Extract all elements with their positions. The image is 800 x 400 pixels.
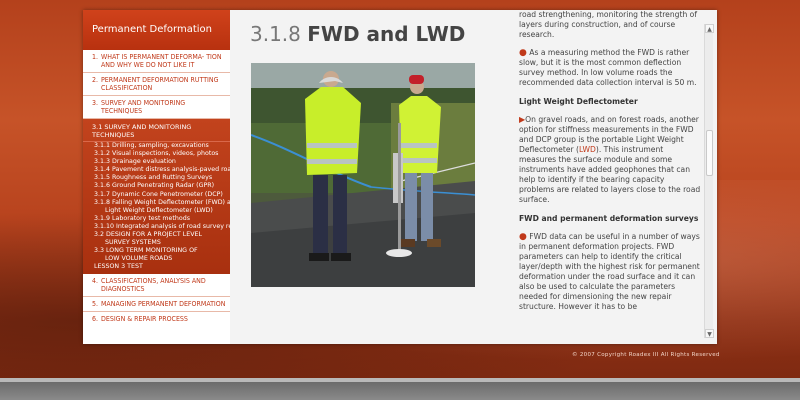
- sidebar-title: Permanent Deformation: [83, 10, 230, 50]
- paragraph-intro: road strengthening, monitoring the stren…: [519, 10, 697, 39]
- sidebar-item-6[interactable]: 6. DESIGN & REPAIR PROCESS: [83, 312, 230, 326]
- sidebar-item-4[interactable]: 4. CLASSIFICATIONS, ANALYSIS AND DIAGNOST…: [83, 274, 230, 297]
- paragraph-lwd: ▶On gravel roads, and on forest roads, a…: [519, 115, 701, 205]
- copyright-text: © 2007 Copyright Roadex III All Rights R…: [572, 352, 720, 358]
- sidebar-subitem-3-3[interactable]: 3.3 LONG TERM MONITORING OF: [83, 247, 230, 255]
- sidebar-item-5[interactable]: 5. MANAGING PERMANENT DEFORMATION: [83, 297, 230, 312]
- sidebar-item-label: MANAGING PERMANENT DEFORMATION: [101, 299, 226, 308]
- sidebar-subitem-3-3-cont[interactable]: LOW VOLUME ROADS: [83, 255, 230, 263]
- sidebar-item-label: WHAT IS PERMANENT DEFORMA- TION AND WHY …: [101, 53, 222, 69]
- paragraph-fwd-data: ● FWD data can be useful in a number of …: [519, 232, 701, 312]
- sidebar-subitem-3-1-3[interactable]: 3.1.3 Drainage evaluation: [83, 158, 230, 166]
- sidebar-subitem-3-1-7[interactable]: 3.1.7 Dynamic Cone Penetrometer (DCP): [83, 191, 230, 199]
- sidebar-subitem-3-1-4[interactable]: 3.1.4 Pavement distress analysis-paved r…: [83, 166, 230, 174]
- main-content: 3.1.8 FWD and LWD road strengthening, mo…: [230, 10, 717, 344]
- sidebar-subitem-3-1-6[interactable]: 3.1.6 Ground Penetrating Radar (GPR): [83, 182, 230, 190]
- bullet-icon: ●: [519, 232, 527, 242]
- sidebar-subitem-3-1-5[interactable]: 3.1.5 Roughness and Rutting Surveys: [83, 174, 230, 182]
- sidebar-item-number: 5.: [92, 299, 99, 308]
- lwd-link[interactable]: LWD: [579, 145, 596, 154]
- section-title: FWD and LWD: [307, 22, 466, 46]
- bottom-band: [0, 382, 800, 400]
- sidebar-subitem-3-1-10[interactable]: 3.1.10 Integrated analysis of road surve…: [83, 223, 230, 231]
- sidebar-active-section: 3.1 SURVEY AND MONITORING TECHNIQUES 3.1…: [83, 119, 230, 274]
- scroll-thumb[interactable]: [706, 130, 713, 176]
- sidebar-item-label: CLASSIFICATIONS, ANALYSIS AND DIAGNOSTIC…: [101, 276, 206, 293]
- sidebar-item-label: DESIGN & REPAIR PROCESS: [101, 314, 188, 323]
- page-title: 3.1.8 FWD and LWD: [250, 22, 465, 46]
- bullet-icon: ●: [519, 48, 527, 58]
- paragraph-text: As a measuring method the FWD is rather …: [519, 48, 697, 87]
- course-window: Permanent Deformation 1. WHAT IS PERMANEN…: [83, 10, 717, 344]
- sidebar-item-number: 6.: [92, 314, 99, 323]
- subheading-fwd-surveys: FWD and permanent deformation surveys: [519, 214, 699, 223]
- sidebar-item-3-1[interactable]: 3.1 SURVEY AND MONITORING TECHNIQUES: [83, 121, 230, 142]
- paragraph-fwd-method: ● As a measuring method the FWD is rathe…: [519, 48, 701, 88]
- sidebar-subitem-3-1-1[interactable]: 3.1.1 Drilling, sampling, excavations: [83, 142, 230, 150]
- sidebar-subitem-3-2[interactable]: 3.2 DESIGN FOR A PROJECT LEVEL: [83, 231, 230, 239]
- sidebar-item-number: 2.: [92, 76, 99, 84]
- sidebar-item-number: 1.: [92, 53, 99, 61]
- sidebar-item-1[interactable]: 1. WHAT IS PERMANENT DEFORMA- TION AND WH…: [83, 50, 230, 73]
- sidebar-item-number: 4.: [92, 276, 99, 285]
- article-text: road strengthening, monitoring the stren…: [519, 10, 701, 344]
- sidebar-subitem-3-1-9[interactable]: 3.1.9 Laboratory test methods: [83, 215, 230, 223]
- scroll-down-arrow-icon[interactable]: ▼: [705, 329, 714, 338]
- sidebar-subitem-3-1-8-cont[interactable]: Light Weight Deflectometer (LWD): [83, 207, 230, 215]
- section-number: 3.1.8: [250, 22, 301, 46]
- sidebar-lesson-test[interactable]: LESSON 3 TEST: [83, 263, 230, 271]
- sidebar-item-3[interactable]: 3. SURVEY AND MONITORING TECHNIQUES: [83, 96, 230, 119]
- sidebar-subitem-3-1-8[interactable]: 3.1.8 Falling Weight Deflectometer (FWD)…: [83, 199, 230, 207]
- sidebar-item-label: SURVEY AND MONITORING TECHNIQUES: [101, 99, 186, 115]
- fwd-field-photo: [251, 63, 475, 287]
- subheading-lwd: Light Weight Deflectometer: [519, 97, 638, 106]
- sidebar-subitem-3-1-2[interactable]: 3.1.2 Visual inspections, videos, photos: [83, 150, 230, 158]
- paragraph-text: FWD data can be useful in a number of wa…: [519, 232, 700, 311]
- scroll-up-arrow-icon[interactable]: ▲: [705, 24, 714, 33]
- text-scrollbar[interactable]: ▲ ▼: [704, 24, 714, 338]
- sidebar-item-number: 3.: [92, 99, 99, 107]
- sidebar-item-2[interactable]: 2. PERMANENT DEFORMATION RUTTING CLASSIFI…: [83, 73, 230, 96]
- sidebar-item-label: PERMANENT DEFORMATION RUTTING CLASSIFICA…: [101, 76, 219, 92]
- sidebar: Permanent Deformation 1. WHAT IS PERMANEN…: [83, 10, 230, 344]
- sidebar-subitem-3-2-cont[interactable]: SURVEY SYSTEMS: [83, 239, 230, 247]
